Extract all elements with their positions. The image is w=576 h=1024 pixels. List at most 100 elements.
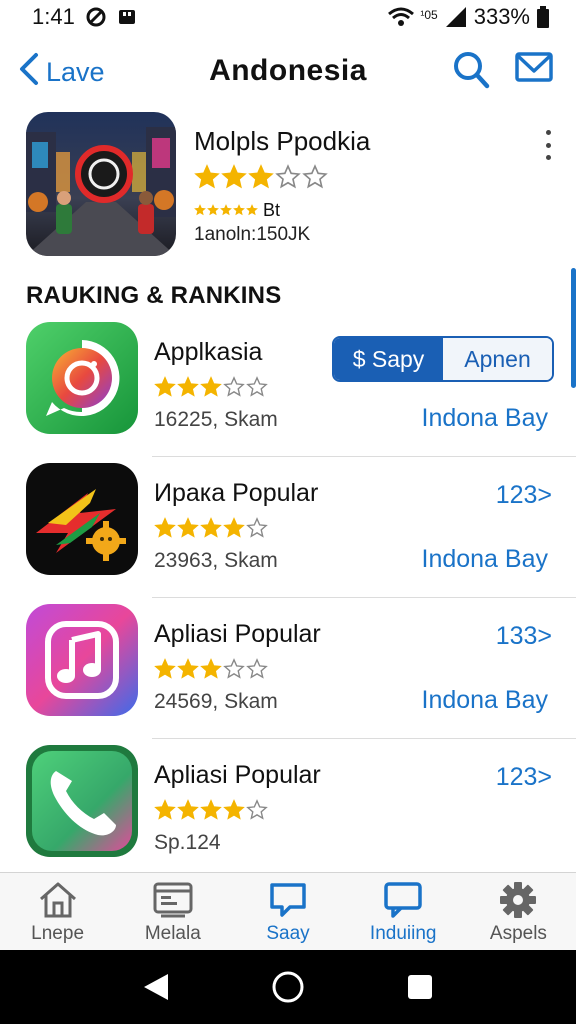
star-empty-icon [246, 376, 268, 397]
star-filled-icon [154, 658, 176, 679]
star-filled-icon [220, 204, 232, 216]
app-meta: Sp.124 [154, 831, 221, 854]
nav-recents-icon[interactable] [395, 962, 445, 1012]
list-item[interactable]: Apliasi Popular Sp.124 123> [0, 739, 576, 880]
star-filled-icon [223, 799, 245, 820]
gear-icon [500, 882, 537, 918]
chevron-left-icon [18, 52, 40, 93]
bottom-tab-bar: Lnepe Melala Saay Induiing Aspels [0, 872, 576, 950]
featured-app: Molpls Ppodkia Bt 1anoln:150JK [0, 110, 576, 260]
more-options-icon[interactable] [540, 130, 556, 160]
status-right: ¹05 333% [388, 4, 550, 30]
star-filled-icon [223, 517, 245, 538]
app-name: Ирака Popular [154, 479, 319, 507]
featured-sub-label: Bt [263, 200, 281, 220]
app-name: Applkasia [154, 338, 263, 366]
tab-label: Melala [144, 923, 201, 944]
star-filled-icon [207, 204, 219, 216]
back-label: Lave [46, 57, 105, 87]
star-empty-icon [223, 658, 245, 679]
notification-icon [117, 7, 137, 27]
tab-aspels[interactable]: Aspels [461, 873, 576, 950]
section-title: RAUKING & RANKINS [26, 282, 282, 309]
star-empty-icon [275, 164, 301, 189]
wifi-icon [388, 7, 415, 27]
tab-label: Lnepe [31, 923, 85, 944]
tab-media[interactable]: Melala [115, 873, 230, 950]
nav-home-icon[interactable] [263, 962, 313, 1012]
rating-stars [154, 517, 269, 544]
app-meta: 23963, Skam [154, 549, 278, 572]
star-filled-icon [233, 204, 245, 216]
star-empty-icon [246, 799, 268, 820]
rank-link[interactable]: 133> [496, 622, 552, 651]
featured-sub-rating: Bt [194, 200, 280, 221]
star-filled-icon [200, 517, 222, 538]
tab-induiing[interactable]: Induiing [346, 873, 461, 950]
music-app-icon [26, 604, 138, 716]
featured-rating-stars [194, 164, 329, 195]
star-filled-icon [200, 658, 222, 679]
star-filled-icon [154, 799, 176, 820]
star-filled-icon [194, 204, 206, 216]
network-label: ¹05 [420, 8, 438, 22]
star-filled-icon [246, 204, 258, 216]
star-filled-icon [221, 164, 247, 189]
rank-link[interactable]: 123> [496, 763, 552, 792]
star-empty-icon [302, 164, 328, 189]
star-filled-icon [177, 799, 199, 820]
phone-app-icon [26, 745, 138, 857]
back-button[interactable]: Lave [18, 52, 105, 93]
status-left: 1:41 [32, 4, 137, 30]
mail-icon[interactable] [514, 50, 554, 91]
star-empty-icon [246, 658, 268, 679]
home-icon [39, 882, 76, 918]
star-filled-icon [154, 376, 176, 397]
nav-back-icon[interactable] [131, 962, 181, 1012]
app-name: Apliasi Popular [154, 620, 321, 648]
segment-apnen[interactable]: Apnen [443, 338, 552, 380]
status-bar: 1:41 ¹05 333% [0, 0, 576, 34]
small-stars [194, 200, 259, 221]
rating-stars [154, 658, 269, 685]
app-meta: 16225, Skam [154, 408, 278, 431]
segment-sapy[interactable]: $ Sapy [334, 338, 443, 380]
star-filled-icon [200, 376, 222, 397]
app-list: Applkasia 16225, Skam $ Sapy Apnen Indon… [0, 316, 576, 880]
list-item[interactable]: Ирака Popular 23963, Skam 123> Indona Ba… [0, 457, 576, 598]
camera-app-icon [26, 322, 138, 434]
star-filled-icon [194, 164, 220, 189]
chat-icon [270, 883, 306, 917]
star-filled-icon [177, 376, 199, 397]
tab-home[interactable]: Lnepe [0, 873, 115, 950]
media-icon [153, 882, 193, 918]
app-meta: 24569, Skam [154, 690, 278, 713]
system-nav-bar [0, 950, 576, 1024]
list-item[interactable]: Applkasia 16225, Skam $ Sapy Apnen Indon… [0, 316, 576, 457]
featured-downloads: 1anoln:150JK [194, 224, 311, 245]
tab-label: Saay [266, 923, 310, 944]
colorful-logo-app-icon [26, 463, 138, 575]
do-not-disturb-icon [85, 6, 107, 28]
star-filled-icon [177, 658, 199, 679]
message-icon [384, 882, 422, 918]
rank-link[interactable]: 123> [496, 481, 552, 510]
segmented-control: $ Sapy Apnen [332, 336, 554, 382]
tab-label: Induiing [369, 923, 437, 944]
star-filled-icon [154, 517, 176, 538]
search-icon[interactable] [452, 50, 490, 95]
list-item[interactable]: Apliasi Popular 24569, Skam 133> Indona … [0, 598, 576, 739]
rating-stars [154, 799, 269, 826]
app-name: Apliasi Popular [154, 761, 321, 789]
region-link[interactable]: Indona Bay [422, 686, 549, 715]
region-link[interactable]: Indona Bay [422, 404, 549, 433]
region-link[interactable]: Indona Bay [422, 545, 549, 574]
tab-label: Aspels [489, 923, 547, 944]
top-app-bar: Lave Andonesia [0, 44, 576, 100]
star-empty-icon [246, 517, 268, 538]
tab-saay[interactable]: Saay [230, 873, 345, 950]
star-filled-icon [177, 517, 199, 538]
clock: 1:41 [32, 4, 75, 29]
featured-app-image[interactable] [26, 112, 176, 256]
star-empty-icon [223, 376, 245, 397]
